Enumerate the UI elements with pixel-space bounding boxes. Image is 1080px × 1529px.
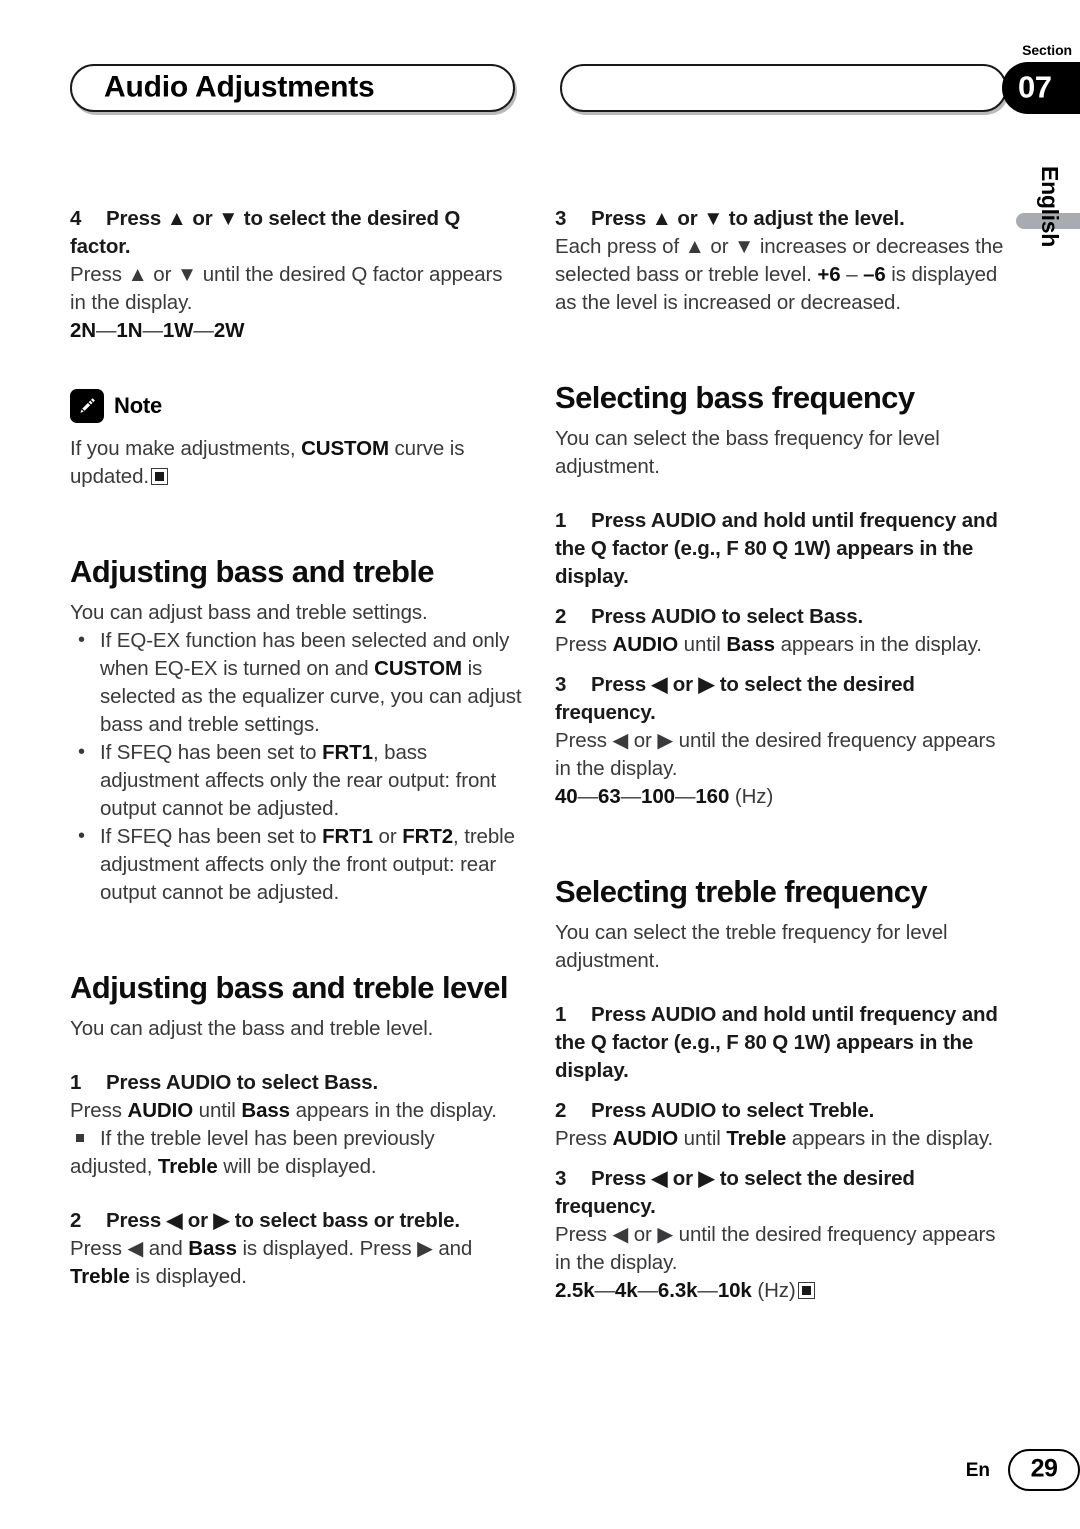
bass-freq-unit: (Hz) <box>734 785 774 808</box>
list-item: If SFEQ has been set to FRT1, bass adjus… <box>70 738 522 823</box>
treble-freq-step1-number: 1 <box>555 1003 567 1026</box>
end-of-procedure-icon <box>151 468 168 485</box>
treble-freq-step2-number: 2 <box>555 1099 567 1122</box>
bass-freq-step2-heading-text: Press AUDIO to select Bass. <box>591 605 864 628</box>
note-label: Note <box>114 393 163 418</box>
treble-freq-chain: 2.5k—4k—6.3k—10k (Hz) <box>555 1277 1007 1305</box>
q-factor-1n: 1N <box>116 319 143 342</box>
note-custom-term: CUSTOM <box>301 437 389 460</box>
treble-freq-2-5k: 2.5k <box>555 1279 595 1302</box>
treble-freq-step1-heading-text: Press AUDIO and hold until frequency and… <box>555 1003 998 1082</box>
q-factor-1w: 1W <box>162 319 194 342</box>
bass-freq-63: 63 <box>598 785 621 808</box>
adjusting-bass-treble-bullets: If EQ-EX function has been selected and … <box>70 626 522 907</box>
left-level-step2-heading-text: Press ◀ or ▶ to select bass or treble. <box>106 1209 460 1232</box>
language-tab-label: English <box>1037 166 1063 247</box>
bass-freq-40: 40 <box>555 785 578 808</box>
bass-freq-step3-heading: 3 Press ◀ or ▶ to select the desired freq… <box>555 671 1007 727</box>
treble-freq-step2-heading-text: Press AUDIO to select Treble. <box>591 1099 875 1122</box>
bass-freq-step3-heading-text: Press ◀ or ▶ to select the desired frequ… <box>555 673 915 724</box>
heading-adjusting-bass-and-treble-level: Adjusting bass and treble level <box>70 970 509 1005</box>
adjusting-bass-treble-intro: You can adjust bass and treble settings. <box>70 601 428 624</box>
heading-adjusting-bass-and-treble: Adjusting bass and treble <box>70 554 435 589</box>
list-item: If EQ-EX function has been selected and … <box>70 626 522 739</box>
page-title: Audio Adjustments <box>104 70 375 104</box>
left-step4-body: Press ▲ or ▼ until the desired Q factor … <box>70 263 503 314</box>
heading-selecting-treble-frequency: Selecting treble frequency <box>555 874 928 909</box>
bass-freq-step2-number: 2 <box>555 605 567 628</box>
treble-freq-unit: (Hz) <box>757 1279 796 1302</box>
adjusting-bass-treble-level-intro: You can adjust the bass and treble level… <box>70 1017 434 1040</box>
selecting-treble-frequency-intro: You can select the treble frequency for … <box>555 921 948 972</box>
bass-freq-step2-heading: 2 Press AUDIO to select Bass. <box>555 603 1007 631</box>
note-text-before: If you make adjustments, <box>70 437 302 460</box>
selecting-bass-frequency-intro: You can select the bass frequency for le… <box>555 427 940 478</box>
treble-freq-step3-heading: 3 Press ◀ or ▶ to select the desired freq… <box>555 1165 1007 1221</box>
bass-freq-step1-heading-text: Press AUDIO and hold until frequency and… <box>555 509 998 588</box>
q-factor-2n: 2N <box>70 319 97 342</box>
right-step3-heading: 3 Press ▲ or ▼ to adjust the level. <box>555 205 1007 233</box>
left-level-step2-number: 2 <box>70 1209 82 1232</box>
bass-freq-step1-heading: 1 Press AUDIO and hold until frequency an… <box>555 507 1007 591</box>
treble-freq-6-3k: 6.3k <box>657 1279 698 1302</box>
left-step4-heading-text: Press ▲ or ▼ to select the desired Q fac… <box>70 207 461 258</box>
section-label: Section <box>1022 42 1072 58</box>
q-factor-2w: 2W <box>213 319 245 342</box>
treble-freq-step3-heading-text: Press ◀ or ▶ to select the desired frequ… <box>555 1167 915 1218</box>
right-step3-body: Each press of ▲ or ▼ increases or decrea… <box>555 235 1004 314</box>
page-header: Audio Adjustments Section 07 <box>0 0 1080 160</box>
bass-freq-160: 160 <box>695 785 730 808</box>
left-level-step1-heading-text: Press AUDIO to select Bass. <box>106 1071 379 1094</box>
treble-freq-step3-body: Press ◀ or ▶ until the desired frequency… <box>555 1223 996 1274</box>
left-step4-heading: 4 Press ▲ or ▼ to select the desired Q fa… <box>70 205 522 261</box>
bass-freq-step2-body: Press AUDIO until Bass appears in the di… <box>555 633 982 656</box>
chapter-title-pill: Audio Adjustments <box>70 64 515 112</box>
section-number: 07 <box>1018 69 1052 105</box>
right-step3-heading-text: Press ▲ or ▼ to adjust the level. <box>591 207 905 230</box>
left-column: 4 Press ▲ or ▼ to select the desired Q fa… <box>70 205 522 1291</box>
treble-freq-step1-heading: 1 Press AUDIO and hold until frequency an… <box>555 1001 1007 1085</box>
end-of-procedure-icon <box>797 1282 815 1299</box>
left-level-step1-subnote: If the treble level has been previously … <box>70 1127 435 1178</box>
note-heading: Note <box>70 389 522 423</box>
treble-freq-step2-body: Press AUDIO until Treble appears in the … <box>555 1127 994 1150</box>
bass-freq-step3-body: Press ◀ or ▶ until the desired frequency… <box>555 729 996 780</box>
left-level-step1-body: Press AUDIO until Bass appears in the di… <box>70 1099 497 1122</box>
treble-freq-step3-number: 3 <box>555 1167 567 1190</box>
page-number-badge: 29 <box>1008 1449 1080 1491</box>
right-step3-number: 3 <box>555 207 567 230</box>
bass-freq-100: 100 <box>641 785 675 808</box>
bass-freq-chain: 40—63—100—160 (Hz) <box>555 785 774 808</box>
page-number: 29 <box>1030 1454 1058 1483</box>
right-column: 3 Press ▲ or ▼ to adjust the level. Each … <box>555 205 1007 1305</box>
bass-freq-step3-number: 3 <box>555 673 567 696</box>
treble-freq-4k: 4k <box>614 1279 638 1302</box>
heading-selecting-bass-frequency: Selecting bass frequency <box>555 380 915 415</box>
left-level-step2-body: Press ◀ and Bass is displayed. Press ▶ a… <box>70 1237 473 1288</box>
left-level-step1-heading: 1 Press AUDIO to select Bass. <box>70 1069 522 1097</box>
note-body: If you make adjustments, CUSTOM curve is… <box>70 435 522 491</box>
left-step4-number: 4 <box>70 207 82 230</box>
square-bullet-icon <box>76 1134 84 1142</box>
left-step4-chain: 2N—1N—1W—2W <box>70 319 245 342</box>
treble-freq-step2-heading: 2 Press AUDIO to select Treble. <box>555 1097 1007 1125</box>
footer-language-code: En <box>965 1460 990 1481</box>
left-level-step2-heading: 2 Press ◀ or ▶ to select bass or treble. <box>70 1207 522 1235</box>
bass-freq-step1-number: 1 <box>555 509 567 532</box>
section-number-badge: 07 <box>1002 62 1080 114</box>
list-item: If SFEQ has been set to FRT1 or FRT2, tr… <box>70 822 522 907</box>
left-level-step1-number: 1 <box>70 1071 82 1094</box>
treble-freq-10k: 10k <box>717 1279 752 1302</box>
pencil-icon <box>70 389 104 423</box>
page-footer: En 29 <box>0 1449 1080 1493</box>
blank-header-pill <box>560 64 1007 112</box>
